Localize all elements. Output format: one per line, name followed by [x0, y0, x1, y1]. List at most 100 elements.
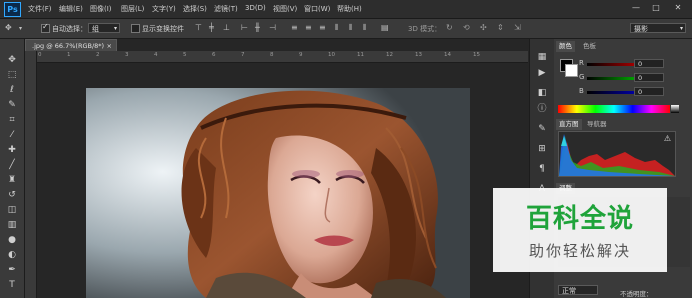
move-tool-icon[interactable]: ✥	[6, 54, 18, 66]
tool-preset-dropdown-icon[interactable]: ▾	[19, 25, 22, 32]
align-top-icon[interactable]: ⊤	[195, 23, 202, 32]
chevron-down-icon: ▾	[679, 25, 683, 32]
color-spectrum-bar[interactable]	[558, 105, 670, 113]
show-transform-label: 显示变换控件	[142, 25, 184, 33]
histogram-view: ⚠	[558, 131, 676, 177]
workspace-dropdown[interactable]: 摄影 ▾	[630, 23, 686, 33]
align-hcenter-icon[interactable]: ╫	[255, 23, 260, 32]
g-value-field[interactable]: 0	[634, 73, 664, 82]
app-logo: Ps	[4, 2, 21, 17]
move-tool-icon[interactable]: ✥	[5, 23, 12, 32]
distribute-right-icon[interactable]: ⦀	[363, 23, 367, 33]
quick-select-tool-icon[interactable]: ✎	[6, 99, 18, 111]
clone-stamp-tool-icon[interactable]: ♜	[6, 174, 18, 186]
menu-image[interactable]: 图像(I)	[90, 4, 112, 14]
gradient-tool-icon[interactable]: ▥	[6, 219, 18, 231]
healing-brush-tool-icon[interactable]: ✚	[6, 144, 18, 156]
3d-slide-icon[interactable]: ⇕	[497, 23, 504, 32]
3d-roll-icon[interactable]: ⟲	[463, 23, 470, 32]
3d-scale-icon[interactable]: ⇲	[514, 23, 521, 32]
type-tool-icon[interactable]: T	[6, 279, 18, 291]
layers-comp-icon[interactable]: ◧	[536, 87, 548, 99]
ruler-tick: 6	[212, 52, 216, 58]
ruler-tick: 2	[96, 52, 100, 58]
menu-3d[interactable]: 3D(D)	[245, 4, 266, 12]
close-window-button[interactable]: ✕	[670, 2, 686, 13]
ruler-tick: 12	[386, 52, 393, 58]
menu-layer[interactable]: 图层(L)	[121, 4, 144, 14]
align-right-icon[interactable]: ⊣	[269, 23, 276, 32]
distribute-top-icon[interactable]: ≡	[291, 23, 298, 32]
opacity-label: 不透明度：	[620, 290, 653, 298]
distribute-bottom-icon[interactable]: ≡	[319, 23, 326, 32]
brush-panel-icon[interactable]: ✎	[536, 123, 548, 135]
ruler-tick: 8	[270, 52, 274, 58]
distribute-vcenter-icon[interactable]: ≡	[305, 23, 312, 32]
horizontal-ruler: 0 1 2 3 4 5 6 7 8 9 10 11 12 13 14 15	[36, 51, 528, 63]
distribute-left-icon[interactable]: ⦀	[335, 23, 339, 33]
tab-navigator[interactable]: 导航器	[584, 119, 610, 130]
ruler-tick: 9	[299, 52, 303, 58]
blend-mode-dropdown[interactable]: 正常	[558, 285, 598, 295]
align-vcenter-icon[interactable]: ╪	[209, 23, 214, 32]
menu-view[interactable]: 视图(V)	[273, 4, 297, 14]
warning-icon[interactable]: ⚠	[664, 134, 671, 143]
brush-tool-icon[interactable]: ╱	[6, 159, 18, 171]
dodge-tool-icon[interactable]: ◐	[6, 249, 18, 261]
align-left-icon[interactable]: ⊢	[241, 23, 248, 32]
menu-edit[interactable]: 编辑(E)	[59, 4, 83, 14]
3d-drag-icon[interactable]: ✣	[480, 23, 487, 32]
menu-filter[interactable]: 滤镜(T)	[214, 4, 238, 14]
menu-file[interactable]: 文件(F)	[28, 4, 52, 14]
3d-rotate-icon[interactable]: ↻	[446, 23, 453, 32]
info-panel-icon[interactable]: ⓘ	[536, 103, 548, 115]
document-image[interactable]	[86, 88, 470, 298]
auto-select-value: 组	[92, 25, 99, 33]
r-label: R	[579, 59, 584, 67]
g-label: G	[579, 73, 585, 81]
ruler-tick: 5	[183, 52, 187, 58]
ruler-tick: 1	[67, 52, 71, 58]
lasso-tool-icon[interactable]: ℓ	[6, 84, 18, 96]
adjust-panel-icon[interactable]: ⊞	[536, 143, 548, 155]
align-bottom-icon[interactable]: ⊥	[223, 23, 230, 32]
b-label: B	[579, 87, 584, 95]
maximize-button[interactable]: □	[648, 2, 664, 13]
background-color-swatch[interactable]	[565, 64, 578, 77]
actions-panel-icon[interactable]: ▶	[536, 67, 548, 79]
history-brush-tool-icon[interactable]: ↺	[6, 189, 18, 201]
options-bar: ✥ ▾ ✓ 自动选择： 组 ▾ 显示变换控件 ⊤ ╪ ⊥ ⊢ ╫ ⊣ ≡ ≡ ≡…	[0, 19, 692, 39]
pen-tool-icon[interactable]: ✒	[6, 264, 18, 276]
history-panel-icon[interactable]: ▦	[536, 51, 548, 63]
ruler-tick: 7	[241, 52, 245, 58]
marquee-tool-icon[interactable]: ⬚	[6, 69, 18, 81]
menu-select[interactable]: 选择(S)	[183, 4, 207, 14]
auto-select-checkbox[interactable]: ✓	[41, 22, 50, 33]
tab-swatches[interactable]: 色板	[580, 41, 599, 52]
watermark-overlay: 百科全说 助你轻松解决	[493, 188, 667, 272]
black-white-ramp[interactable]	[671, 105, 679, 113]
document-title: .jpg @ 66.7%(RGB/8*)	[32, 42, 105, 50]
eyedropper-tool-icon[interactable]: ⁄	[6, 129, 18, 141]
minimize-button[interactable]: —	[628, 2, 644, 13]
show-transform-checkbox[interactable]	[131, 24, 140, 33]
r-value-field[interactable]: 0	[634, 59, 664, 68]
crop-tool-icon[interactable]: ⌗	[6, 114, 18, 126]
tab-histogram[interactable]: 直方图	[556, 119, 582, 130]
auto-align-icon[interactable]: ▤	[381, 23, 389, 32]
paragraph-panel-icon[interactable]: ¶	[536, 163, 548, 175]
blend-mode-value: 正常	[562, 287, 576, 295]
tab-color[interactable]: 颜色	[556, 41, 575, 52]
b-value-field[interactable]: 0	[634, 87, 664, 96]
ruler-tick: 0	[38, 52, 42, 58]
menu-type[interactable]: 文字(Y)	[152, 4, 176, 14]
distribute-hcenter-icon[interactable]: ⦀	[349, 23, 353, 33]
eraser-tool-icon[interactable]: ◫	[6, 204, 18, 216]
3d-mode-label: 3D 模式：	[408, 25, 442, 33]
blur-tool-icon[interactable]: ●	[6, 234, 18, 246]
document-tab[interactable]: .jpg @ 66.7%(RGB/8*) ×	[25, 39, 117, 51]
watermark-title: 百科全说	[525, 204, 634, 234]
menu-help[interactable]: 帮助(H)	[337, 4, 362, 14]
auto-select-dropdown[interactable]: 组 ▾	[88, 23, 120, 33]
menu-window[interactable]: 窗口(W)	[304, 4, 330, 14]
